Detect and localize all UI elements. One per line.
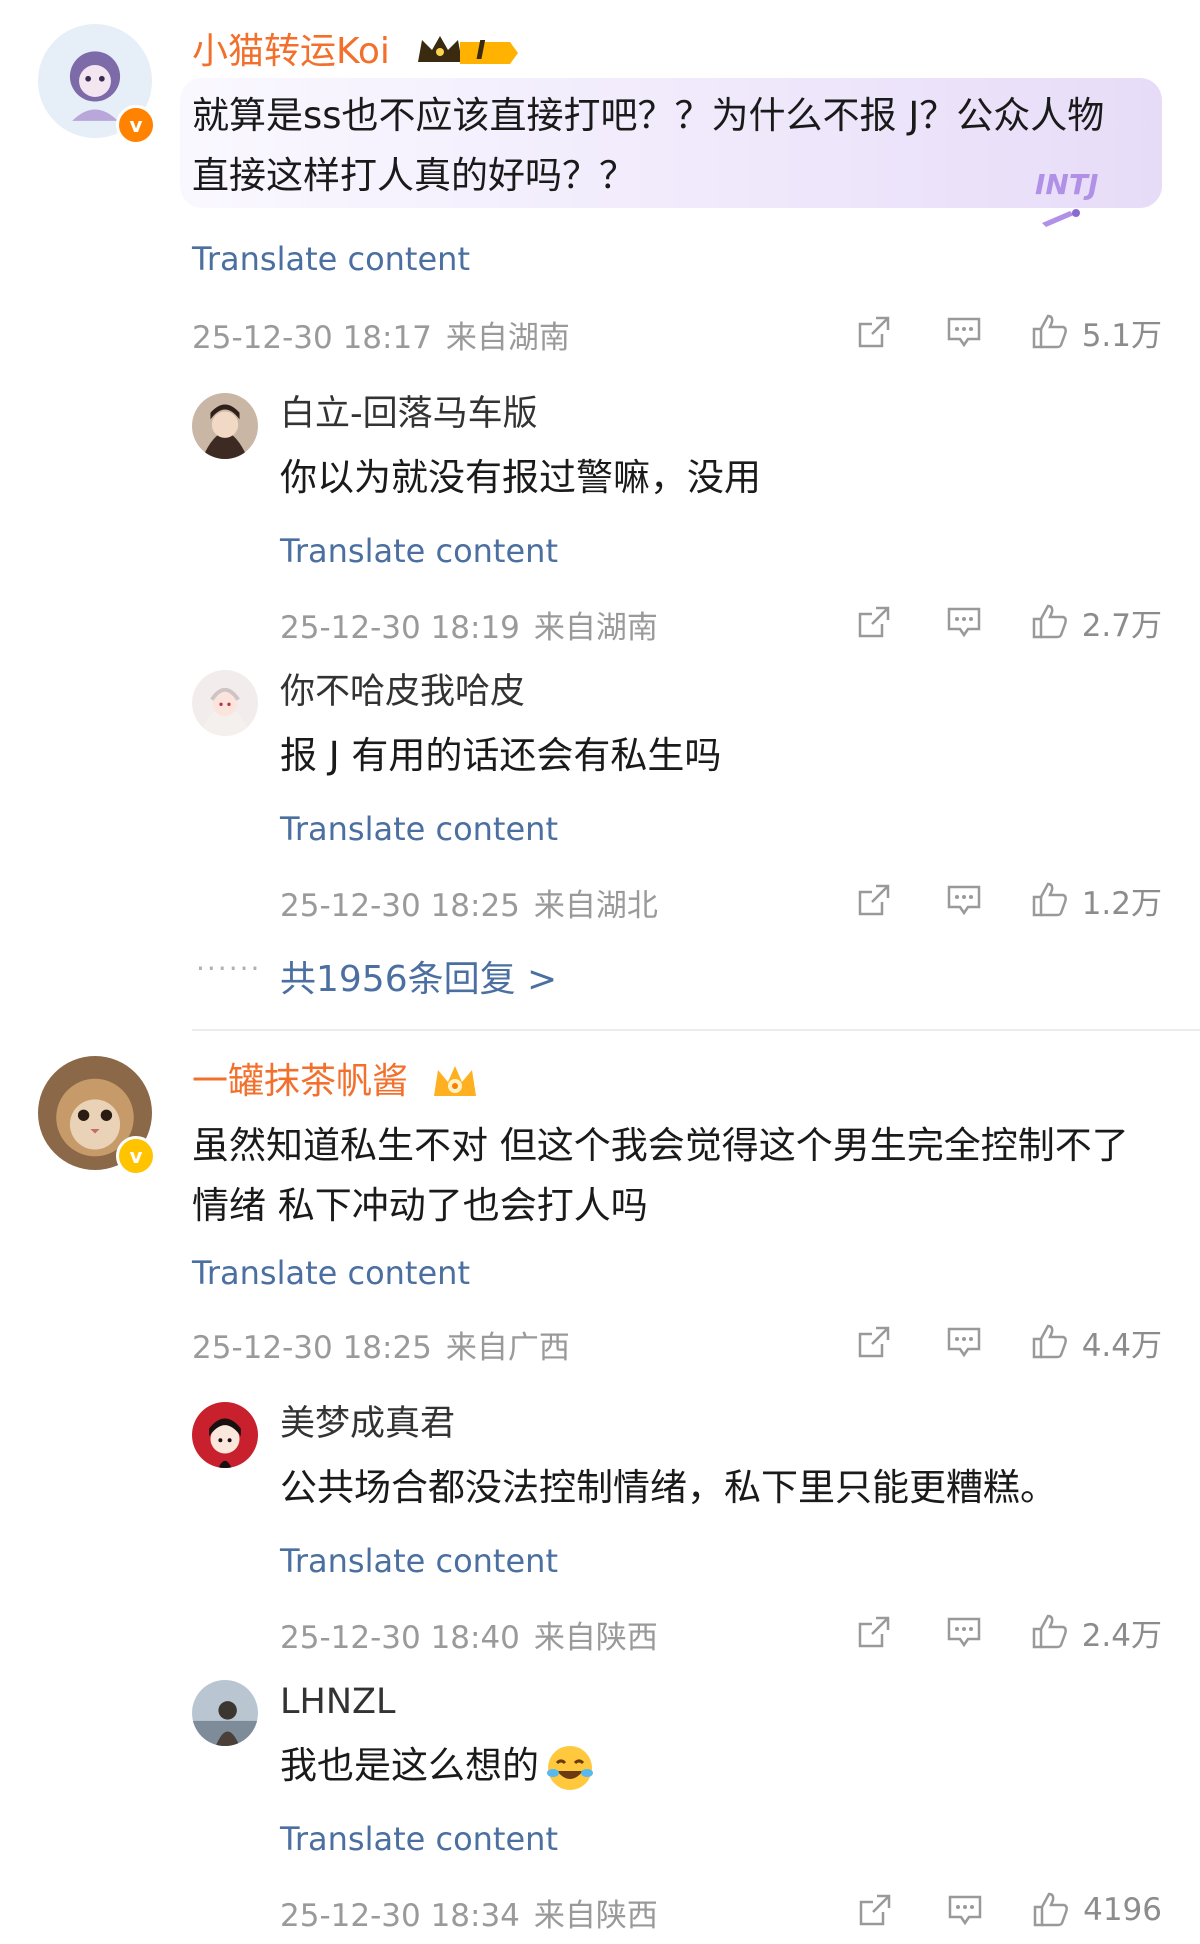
like-count: 2.4万 [1081,1617,1162,1654]
reply-text: 公共场合都没法控制情绪，私下里只能更糟糕。 [280,1466,1057,1509]
reply-location: 来自湖南 [533,610,658,646]
like-button[interactable]: 5.1万 [1030,310,1162,355]
reply-username[interactable]: 你不哈皮我哈皮 [280,670,525,714]
comment-icon[interactable] [944,602,984,642]
comment-icon[interactable] [944,1322,984,1362]
reply-username[interactable]: 白立-回落马车版 [280,392,538,436]
like-button[interactable]: 4.4万 [1030,1320,1162,1365]
like-button[interactable]: 4196 [1031,1890,1162,1930]
reply-date: 25-12-30 18:19 [280,610,520,646]
reply-date: 25-12-30 18:40 [280,1620,520,1656]
reply-actions: 2.4万 [854,1606,1162,1658]
reply-location: 来自湖北 [533,888,658,924]
comment-icon[interactable] [945,1890,985,1930]
reply-text: 你以为就没有报过警嘛，没用 [280,456,761,499]
vip-level: I [476,36,486,66]
like-button[interactable]: 2.4万 [1030,1610,1162,1655]
reply-meta: 25-12-30 18:34 来自陕西 [280,1890,658,1935]
thumbs-up-icon [1030,1322,1070,1362]
thumbs-up-icon [1030,880,1070,920]
reply-avatar[interactable] [192,1680,258,1746]
reply-text: 我也是这么想的 [280,1736,1160,1796]
verified-badge: v [116,105,156,145]
like-count: 4.4万 [1081,1327,1162,1364]
reply-meta: 25-12-30 18:19 来自湖南 [280,602,658,647]
reply-text: 报 J 有用的话还会有私生吗 [280,734,722,777]
comment-text: 就算是ss也不应该直接打吧？？为什么不报 J？公众人物直接这样打人真的好吗？？ [192,94,1105,197]
vip-crown-icon [430,1060,480,1104]
reply-actions: 4196 [855,1884,1162,1936]
comment-date: 25-12-30 18:17 [192,320,432,356]
reply-location: 来自陕西 [533,1620,658,1656]
comment-location: 来自湖南 [445,320,570,356]
reply-username[interactable]: 美梦成真君 [280,1402,455,1446]
reply-date: 25-12-30 18:25 [280,888,520,924]
comment-icon[interactable] [944,312,984,352]
reply-meta: 25-12-30 18:40 来自陕西 [280,1612,658,1657]
reply-username[interactable]: LHNZL [280,1680,395,1724]
thumbs-up-icon [1030,312,1070,352]
reply-actions: 2.7万 [854,596,1162,648]
share-icon[interactable] [854,880,894,920]
translate-link[interactable]: Translate content [280,1820,558,1858]
thumbs-up-icon [1031,1890,1071,1930]
crying-laughing-emoji-icon [545,1743,595,1793]
share-icon[interactable] [854,602,894,642]
comment-location: 来自广西 [445,1330,570,1366]
translate-link[interactable]: Translate content [192,240,470,278]
share-icon[interactable] [854,312,894,352]
translate-link[interactable]: Translate content [280,1542,558,1580]
comment-icon[interactable] [944,1612,984,1652]
share-icon[interactable] [854,1322,894,1362]
reply-avatar[interactable] [192,1402,258,1468]
like-button[interactable]: 2.7万 [1030,600,1162,645]
comment-date: 25-12-30 18:25 [192,1330,432,1366]
reply-location: 来自陕西 [533,1898,658,1934]
reply-avatar[interactable] [192,670,258,736]
reply-date: 25-12-30 18:34 [280,1898,520,1934]
like-count: 1.2万 [1081,885,1162,922]
view-all-replies-link[interactable]: 共1956条回复 > [280,950,557,1002]
comment-meta: 25-12-30 18:17 来自湖南 [192,312,570,357]
comment-actions: 4.4万 [854,1316,1162,1368]
verified-badge: v [116,1136,156,1176]
translate-link[interactable]: Translate content [280,532,558,570]
translate-link[interactable]: Translate content [280,810,558,848]
translate-link[interactable]: Translate content [192,1254,470,1292]
divider [192,1029,1200,1031]
like-count: 2.7万 [1081,607,1162,644]
username[interactable]: 小猫转运Koi [192,30,390,74]
vip-crown-icon: I [414,32,522,74]
like-count: 4196 [1083,1892,1162,1928]
comment-icon[interactable] [944,880,984,920]
comment-meta: 25-12-30 18:25 来自广西 [192,1322,570,1367]
comment-text: 虽然知道私生不对 但这个我会觉得这个男生完全控制不了情绪 私下冲动了也会打人吗 [192,1124,1129,1227]
reply-text-body: 我也是这么想的 [280,1744,539,1787]
reply-avatar[interactable] [192,393,258,459]
pencil-icon [1040,205,1080,227]
reply-actions: 1.2万 [854,874,1162,926]
share-icon[interactable] [854,1612,894,1652]
username[interactable]: 一罐抹茶帆酱 [192,1060,408,1104]
like-button[interactable]: 1.2万 [1030,878,1162,923]
more-dots: ······ [196,952,262,985]
like-count: 5.1万 [1081,317,1162,354]
comment-actions: 5.1万 [854,306,1162,358]
share-icon[interactable] [855,1890,895,1930]
thumbs-up-icon [1030,1612,1070,1652]
thumbs-up-icon [1030,602,1070,642]
reply-meta: 25-12-30 18:25 来自湖北 [280,880,658,925]
